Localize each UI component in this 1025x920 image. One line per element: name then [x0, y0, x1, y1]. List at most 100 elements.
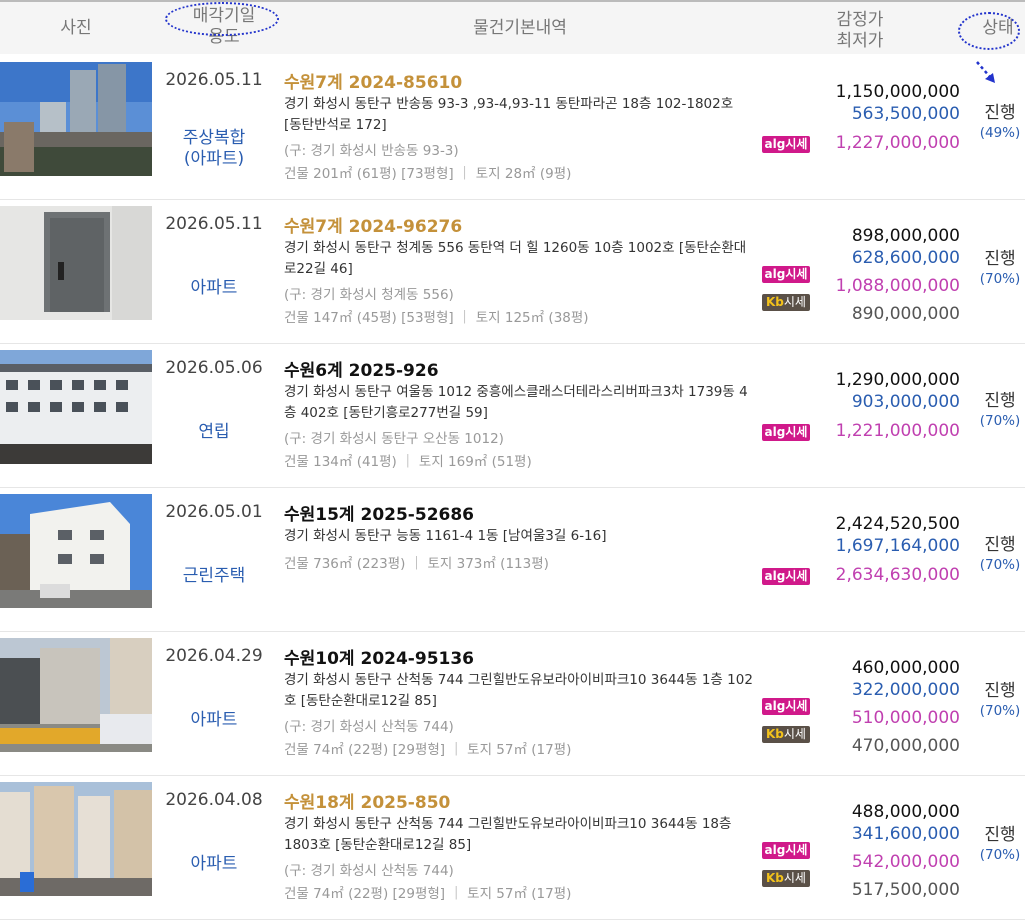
property-photo[interactable]	[0, 350, 152, 464]
status-label: 진행	[984, 681, 1016, 701]
alg-price: 510,000,000	[851, 708, 960, 728]
alg-price-badge[interactable]: alg시세	[762, 568, 810, 585]
appraisal-price: 898,000,000	[851, 226, 960, 246]
property-type: 연립	[198, 422, 230, 442]
alg-price-badge[interactable]: alg시세	[762, 136, 810, 153]
kb-badge-label: 시세	[783, 295, 806, 309]
minimum-rate: (70%)	[979, 413, 1021, 429]
table-header: 사진 매각기일 용도 물건기본내역 감정가 최저가 상태	[0, 0, 1025, 54]
minimum-rate: (70%)	[979, 271, 1021, 287]
alg-price-badge[interactable]: alg시세	[762, 842, 810, 859]
status-label: 진행	[984, 825, 1016, 845]
property-photo[interactable]	[0, 638, 152, 752]
property-address: 경기 화성시 동탄구 여울동 1012 중흥에스클래스더테라스리버파크3차 17…	[284, 384, 748, 421]
table-row[interactable]: 2026.05.11 아파트 수원7계 2024-96276 경기 화성시 동탄…	[0, 200, 1025, 344]
minimum-price: 341,600,000	[851, 824, 960, 844]
property-type: 근린주택	[182, 566, 246, 586]
case-number-link[interactable]: 수원18계 2025-850	[284, 788, 450, 813]
kb-price-badge[interactable]: Kb시세	[762, 294, 810, 311]
status-label: 진행	[984, 535, 1016, 555]
auction-date: 2026.04.29	[165, 646, 263, 666]
property-photo[interactable]	[0, 782, 152, 896]
appraisal-price: 1,290,000,000	[835, 370, 960, 390]
header-description: 물건기본내역	[473, 18, 567, 38]
auction-date: 2026.05.11	[165, 70, 263, 90]
property-address: 경기 화성시 동탄구 반송동 93-3 ,93-4,93-11 동탄파라곤 18…	[284, 96, 734, 133]
minimum-rate: (70%)	[979, 847, 1021, 863]
auction-date: 2026.05.06	[165, 358, 263, 378]
old-address: (구: 경기 화성시 산척동 744)	[284, 863, 454, 879]
table-row[interactable]: 2026.04.29 아파트 수원10계 2024-95136 경기 화성시 동…	[0, 632, 1025, 776]
alg-price-badge[interactable]: alg시세	[762, 424, 810, 441]
minimum-rate: (49%)	[979, 125, 1021, 141]
old-address: (구: 경기 화성시 동탄구 오산동 1012)	[284, 431, 504, 447]
alg-price-badge[interactable]: alg시세	[762, 698, 810, 715]
kb-price: 517,500,000	[851, 880, 960, 900]
kb-logo-icon: Kb	[766, 871, 784, 885]
property-address: 경기 화성시 동탄구 청계동 556 동탄역 더 힐 1260동 10층 100…	[284, 240, 747, 277]
area-info: 건물 201㎡ (61평) [73평형] ｜ 토지 28㎡ (9평)	[284, 166, 572, 182]
area-info: 건물 736㎡ (223평) ｜ 토지 373㎡ (113평)	[284, 556, 549, 572]
minimum-price: 1,697,164,000	[835, 536, 960, 556]
case-number-link[interactable]: 수원6계 2025-926	[284, 356, 439, 381]
appraisal-price: 2,424,520,500	[835, 514, 960, 534]
property-photo[interactable]	[0, 206, 152, 320]
property-photo[interactable]	[0, 62, 152, 176]
status-label: 진행	[984, 391, 1016, 411]
annotation-oval-status	[958, 12, 1020, 50]
alg-price: 542,000,000	[851, 852, 960, 872]
property-address: 경기 화성시 동탄구 능동 1161-4 1동 [남여울3길 6-16]	[284, 528, 607, 544]
kb-price-badge[interactable]: Kb시세	[762, 870, 810, 887]
minimum-price: 628,600,000	[851, 248, 960, 268]
status-cell: 진행 (70%)	[972, 530, 1025, 573]
header-photo: 사진	[60, 18, 92, 38]
table-row[interactable]: 2026.04.08 아파트 수원18계 2025-850 경기 화성시 동탄구…	[0, 776, 1025, 920]
alg-price: 1,227,000,000	[835, 133, 960, 153]
status-cell: 진행 (70%)	[972, 244, 1025, 287]
minimum-rate: (70%)	[979, 703, 1021, 719]
property-address: 경기 화성시 동탄구 산척동 744 그린힐반도유보라아이비파크10 3644동…	[284, 816, 732, 853]
kb-badge-label: 시세	[783, 727, 806, 741]
case-number-link[interactable]: 수원7계 2024-96276	[284, 212, 462, 237]
property-address: 경기 화성시 동탄구 산척동 744 그린힐반도유보라아이비파크10 3644동…	[284, 672, 753, 709]
appraisal-price: 460,000,000	[851, 658, 960, 678]
property-photo[interactable]	[0, 494, 152, 608]
header-minimum-label[interactable]: 최저가	[820, 31, 900, 52]
minimum-price: 322,000,000	[851, 680, 960, 700]
status-cell: 진행 (49%)	[972, 98, 1025, 141]
kb-logo-icon: Kb	[766, 295, 784, 309]
auction-date: 2026.05.11	[165, 214, 263, 234]
header-price[interactable]: 감정가 최저가	[820, 10, 900, 52]
area-info: 건물 134㎡ (41평) ｜ 토지 169㎡ (51평)	[284, 454, 532, 470]
old-address: (구: 경기 화성시 청계동 556)	[284, 287, 454, 303]
status-cell: 진행 (70%)	[972, 820, 1025, 863]
kb-logo-icon: Kb	[766, 727, 784, 741]
kb-price-badge[interactable]: Kb시세	[762, 726, 810, 743]
minimum-rate: (70%)	[979, 557, 1021, 573]
auction-date: 2026.04.08	[165, 790, 263, 810]
minimum-price: 903,000,000	[851, 392, 960, 412]
case-number-link[interactable]: 수원7계 2024-85610	[284, 68, 462, 93]
status-label: 진행	[984, 103, 1016, 123]
appraisal-price: 488,000,000	[851, 802, 960, 822]
annotation-oval-date	[165, 2, 279, 36]
minimum-price: 563,500,000	[851, 104, 960, 124]
table-row[interactable]: 2026.05.01 근린주택 수원15계 2025-52686 경기 화성시 …	[0, 488, 1025, 632]
old-address: (구: 경기 화성시 산척동 744)	[284, 719, 454, 735]
alg-price: 2,634,630,000	[835, 565, 960, 585]
property-type: 주상복합 (아파트)	[182, 128, 246, 169]
alg-price-badge[interactable]: alg시세	[762, 266, 810, 283]
case-number-link[interactable]: 수원10계 2024-95136	[284, 644, 474, 669]
case-number-link[interactable]: 수원15계 2025-52686	[284, 500, 474, 525]
area-info: 건물 74㎡ (22평) [29평형] ｜ 토지 57㎡ (17평)	[284, 886, 572, 902]
table-row[interactable]: 2026.05.11 주상복합 (아파트) 수원7계 2024-85610 경기…	[0, 56, 1025, 200]
status-cell: 진행 (70%)	[972, 676, 1025, 719]
property-type: 아파트	[190, 854, 238, 874]
status-label: 진행	[984, 249, 1016, 269]
kb-price: 890,000,000	[851, 304, 960, 324]
header-appraisal-label[interactable]: 감정가	[820, 10, 900, 31]
alg-price: 1,088,000,000	[835, 276, 960, 296]
table-row[interactable]: 2026.05.06 연립 수원6계 2025-926 경기 화성시 동탄구 여…	[0, 344, 1025, 488]
appraisal-price: 1,150,000,000	[835, 82, 960, 102]
kb-price: 470,000,000	[851, 736, 960, 756]
